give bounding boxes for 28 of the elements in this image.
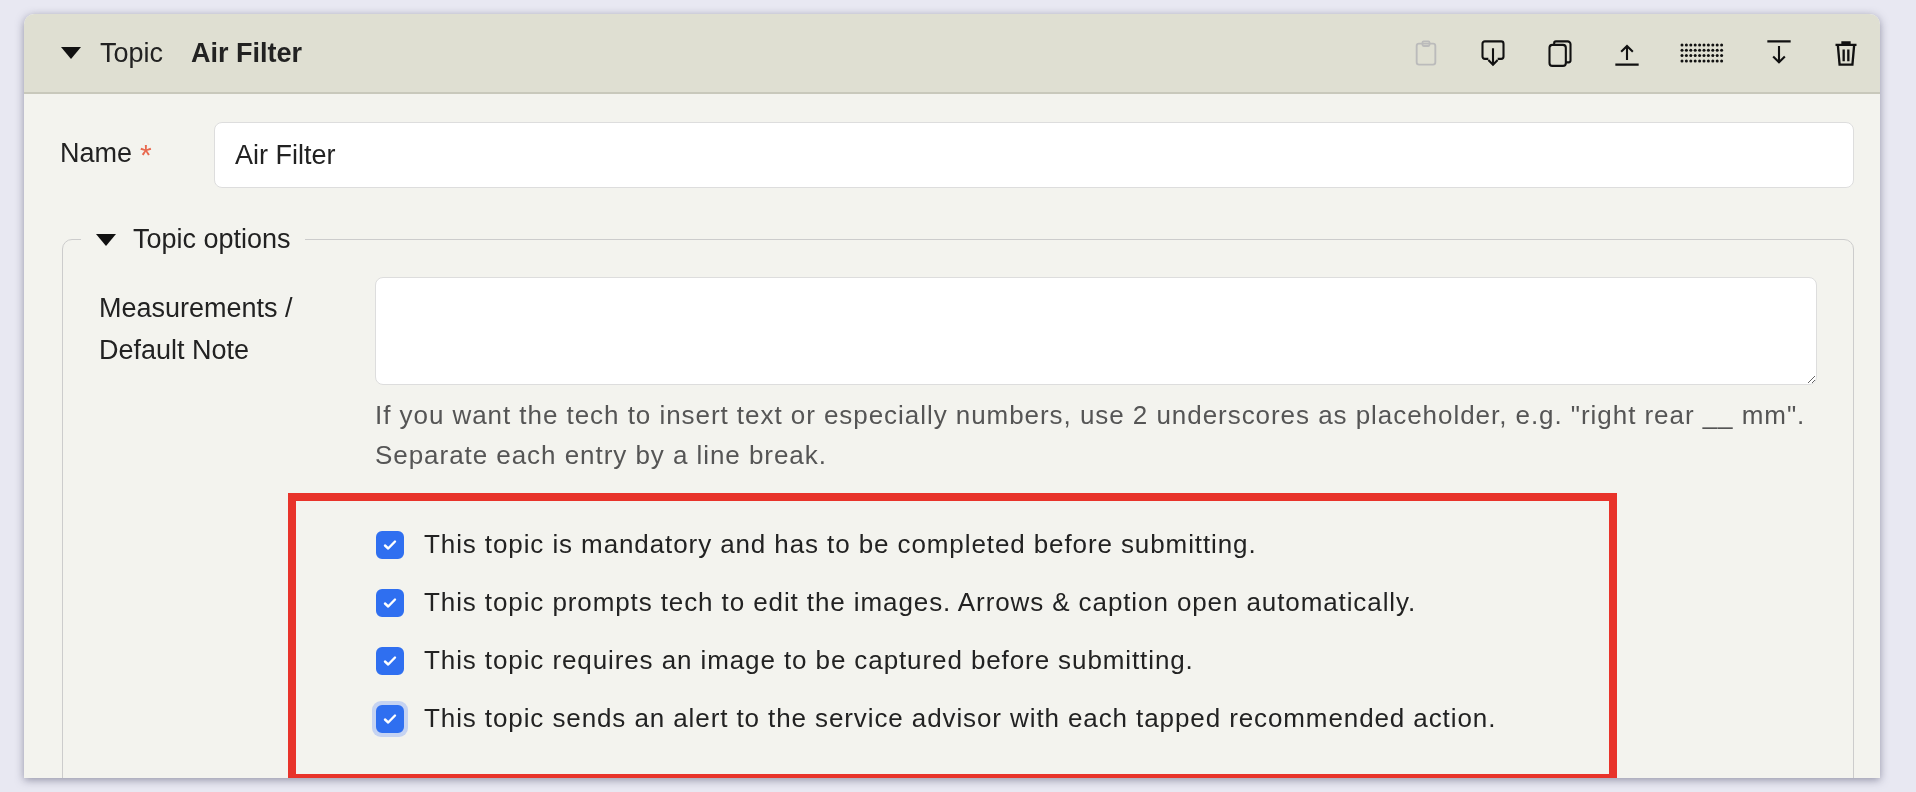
checkbox[interactable] (376, 646, 404, 675)
name-label: Name * (60, 138, 153, 172)
drag-handle-icon (1680, 41, 1726, 65)
note-field[interactable] (375, 277, 1817, 385)
check-icon (383, 596, 397, 609)
collapse-caret-icon[interactable] (95, 232, 117, 247)
topic-title: Air Filter (191, 37, 303, 69)
required-mark: * (140, 138, 152, 171)
checkbox[interactable] (376, 588, 404, 617)
tray-arrow-button[interactable] (1479, 39, 1507, 67)
option-label: This topic prompts tech to edit the images. Arrows & caption open automatically. (424, 587, 1417, 618)
option-label: This topic sends an alert to the service advisor with each tapped recommended action. (424, 703, 1497, 734)
checkbox[interactable] (376, 530, 404, 559)
check-icon (383, 538, 397, 551)
drag-handle-button[interactable] (1680, 41, 1726, 65)
option-label: This topic requires an image to be captured before submitting. (424, 645, 1194, 676)
note-label: Measurements / Default Note (99, 292, 294, 367)
copy-button[interactable] (1546, 39, 1574, 67)
copy-icon (1546, 39, 1574, 67)
check-icon (383, 654, 397, 667)
option-label: This topic is mandatory and has to be completed before submitting. (424, 529, 1257, 560)
topic-label: Topic (100, 37, 164, 69)
help-text: If you want the tech to insert text or especially numbers, use 2 underscores as placeholder, e.g. "right rear __ mm". Separate each entry by a line break. (375, 399, 1807, 472)
section-title: Topic options (133, 224, 291, 255)
collapse-caret-icon[interactable] (60, 46, 82, 60)
check-icon (383, 712, 397, 725)
tray-arrow-icon (1479, 39, 1507, 67)
name-field[interactable]: Air Filter (214, 122, 1854, 188)
